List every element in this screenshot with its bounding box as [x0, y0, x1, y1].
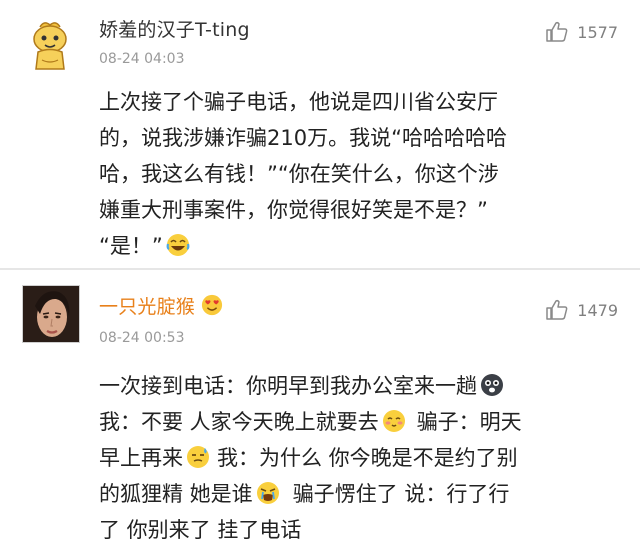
- comment-text: 一次接到电话：你明早到我办公室来一趟 我：不要 人家今天晚上就要去 骗子：明天 早…: [99, 368, 619, 548]
- avatar[interactable]: [22, 285, 80, 343]
- text-line: 了 你别来了 挂了电话: [99, 518, 302, 542]
- text-line: 早上再来 我：为什么 你今晚是不是约了别: [99, 440, 619, 476]
- username[interactable]: 一只光腚猴: [99, 292, 226, 319]
- like-count: 1577: [577, 22, 618, 42]
- comment-2: 一只光腚猴 08-24 00:53 1479 一次接到电话：你明早到我办公室来一…: [0, 270, 640, 551]
- comment-time: 08-24 04:03: [99, 51, 185, 67]
- text-line: 嫌重大刑事案件，你觉得很好笑是不是？”: [99, 198, 488, 222]
- thumbs-up-icon: [546, 299, 568, 320]
- text-segment: 一次接到电话：你明早到我办公室来一趟: [99, 374, 477, 398]
- text-line: 我：不要 人家今天晚上就要去 骗子：明天: [99, 404, 619, 440]
- heart-eyes-emoji: [201, 294, 223, 316]
- text-line: 上次接了个骗子电话，他说是四川省公安厅: [99, 90, 498, 114]
- username-text: 一只光腚猴: [99, 296, 196, 318]
- comment-time: 08-24 00:53: [99, 330, 185, 346]
- comment-1: 娇羞的汉子T-ting 08-24 04:03 1577 上次接了个骗子电话，他…: [0, 0, 640, 268]
- text-segment: 骗子：明天: [416, 410, 522, 434]
- shy-emoji: [382, 410, 405, 432]
- thumbs-up-icon: [546, 21, 568, 42]
- text-segment: 早上再来: [99, 446, 183, 470]
- text-line: 的狐狸精 她是谁 骗子愣住了 说：行了行: [99, 476, 619, 512]
- text-line: 一次接到电话：你明早到我办公室来一趟: [99, 368, 619, 404]
- text-line: “是！”: [99, 228, 619, 264]
- text-segment: “是！”: [99, 234, 163, 258]
- text-segment: 我：不要 人家今天晚上就要去: [99, 410, 379, 434]
- text-segment: 的狐狸精 她是谁: [99, 482, 253, 506]
- like-button[interactable]: 1577: [545, 20, 618, 44]
- text-segment: 骗子愣住了 说：行了行: [292, 482, 510, 506]
- text-segment: 我：为什么 你今晚是不是约了别: [217, 446, 518, 470]
- text-line: 的，说我涉嫌诈骗210万。我说“哈哈哈哈哈: [99, 126, 507, 150]
- shocked-emoji: [481, 374, 503, 396]
- like-button[interactable]: 1479: [545, 298, 618, 322]
- username[interactable]: 娇羞的汉子T-ting: [99, 15, 250, 42]
- angry-cry-emoji: [256, 482, 279, 504]
- laugh-cry-emoji: [166, 234, 190, 256]
- avatar[interactable]: [22, 17, 78, 73]
- like-count: 1479: [577, 300, 618, 320]
- text-line: 哈，我这么有钱！”“你在笑什么，你这个涉: [99, 162, 499, 186]
- sweat-emoji: [187, 446, 209, 468]
- comment-text: 上次接了个骗子电话，他说是四川省公安厅 的，说我涉嫌诈骗210万。我说“哈哈哈哈…: [99, 84, 619, 264]
